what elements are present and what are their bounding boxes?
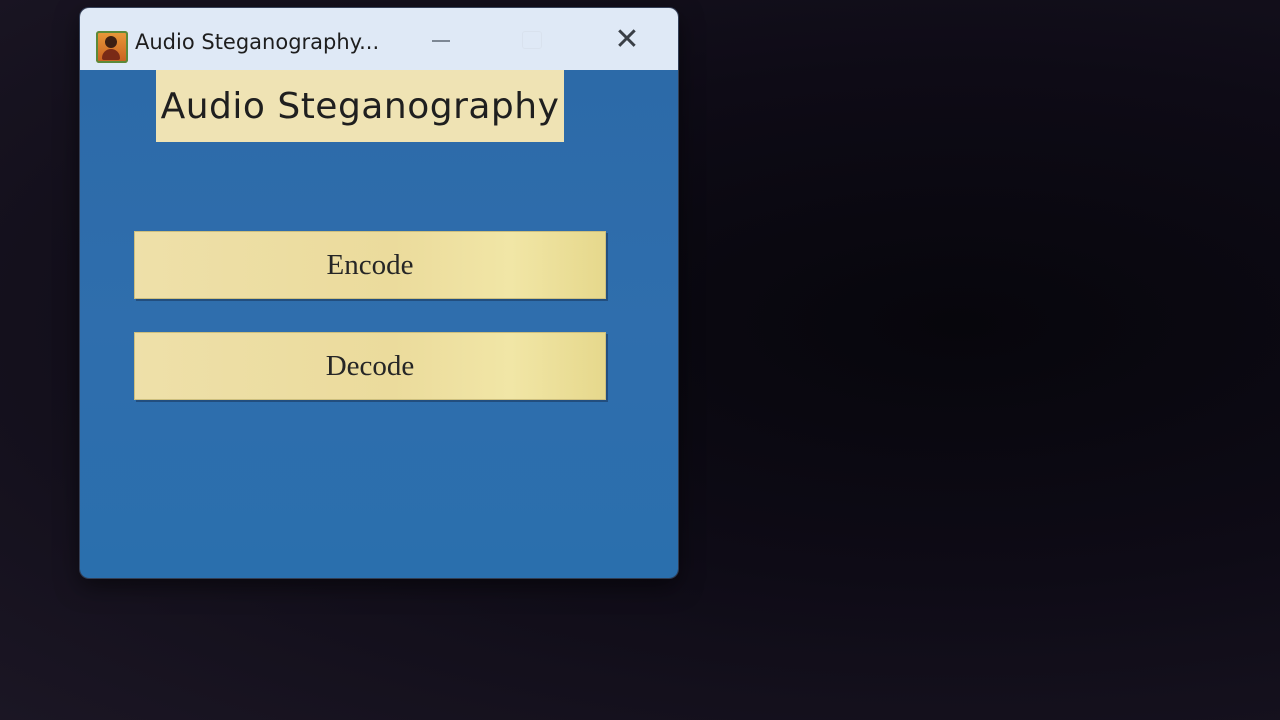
window-content: Audio Steganography Encode Decode: [80, 70, 678, 578]
title-bar[interactable]: Audio Steganography... ✕: [80, 8, 678, 70]
encode-button[interactable]: Encode: [134, 231, 606, 299]
app-person-icon: [96, 31, 128, 63]
decode-button-label: Decode: [325, 349, 415, 382]
maximize-button[interactable]: [508, 20, 556, 60]
decode-button[interactable]: Decode: [134, 332, 606, 400]
minimize-icon: [432, 40, 450, 42]
desktop-background: Audio Steganography... ✕ Audio Steganogr…: [0, 0, 1280, 720]
maximize-icon: [522, 31, 542, 49]
close-button[interactable]: ✕: [603, 20, 651, 60]
encode-button-label: Encode: [326, 248, 414, 281]
window-title: Audio Steganography...: [135, 30, 380, 54]
app-window: Audio Steganography... ✕ Audio Steganogr…: [80, 8, 678, 578]
close-icon: ✕: [614, 22, 640, 57]
page-title: Audio Steganography: [160, 85, 560, 127]
heading-label: Audio Steganography: [156, 70, 564, 142]
minimize-button[interactable]: [417, 20, 465, 60]
